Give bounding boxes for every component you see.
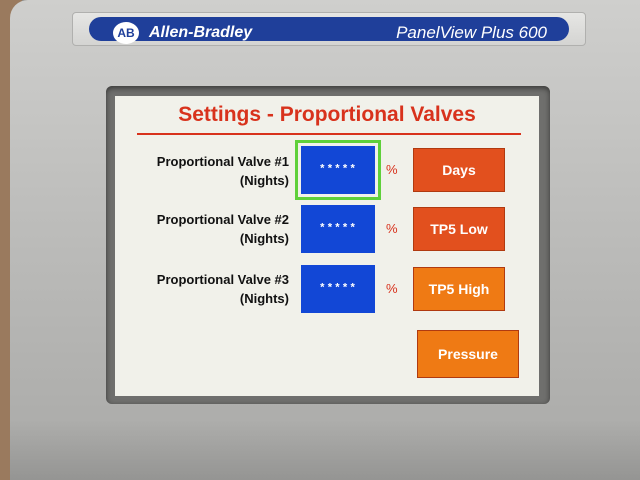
valve-3-unit: % [386,281,398,296]
page-title: Settings - Proportional Valves [178,103,476,126]
valve-1-input[interactable]: ***** [295,140,381,200]
valve-2-label-mode: (Nights) [239,231,289,246]
valve-3-label: Proportional Valve #3 (Nights) [115,270,289,308]
brand-bar: AB Allen-Bradley PanelView Plus 600 [72,12,586,46]
valve-2-input[interactable]: ***** [301,205,375,253]
days-button[interactable]: Days [413,148,505,192]
valve-1-unit: % [386,162,398,177]
valve-1-label: Proportional Valve #1 (Nights) [115,152,289,190]
valve-2-label: Proportional Valve #2 (Nights) [115,210,289,248]
hmi-screen: Settings - Proportional Valves Proportio… [115,96,539,396]
valve-2-unit: % [386,221,398,236]
model-name: PanelView Plus 600 [396,23,547,42]
pressure-button[interactable]: Pressure [417,330,519,378]
brand-name: Allen-Bradley [149,24,253,41]
allen-bradley-logo: AB [113,22,139,44]
valve-3-input[interactable]: ***** [301,265,375,313]
valve-2-label-name: Proportional Valve #2 [156,212,289,227]
valve-3-label-name: Proportional Valve #3 [156,272,289,287]
valve-3-label-mode: (Nights) [239,291,289,306]
title-underline [137,133,521,135]
valve-1-label-mode: (Nights) [239,173,289,188]
bezel-shadow [10,420,640,480]
brand-strip: AB Allen-Bradley PanelView Plus 600 [89,17,569,44]
tp5-high-button[interactable]: TP5 High [413,267,505,311]
valve-1-label-name: Proportional Valve #1 [156,154,289,169]
tp5-low-button[interactable]: TP5 Low [413,207,505,251]
